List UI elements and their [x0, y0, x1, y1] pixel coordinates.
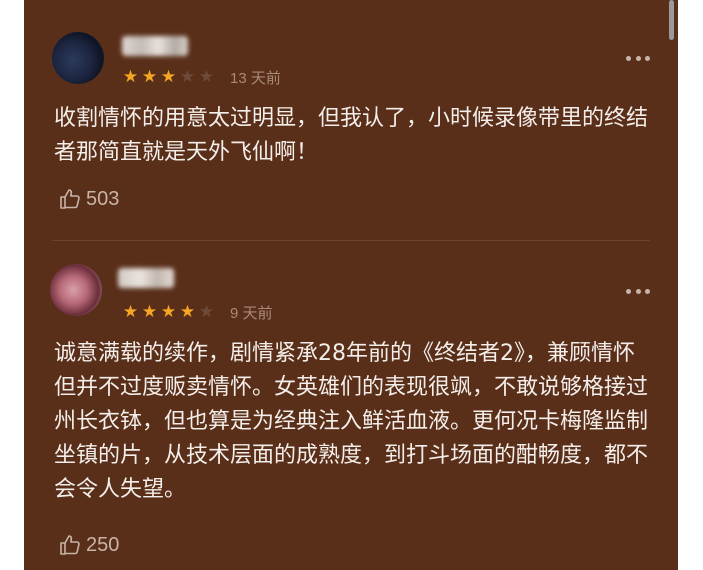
thumbs-up-icon [60, 189, 80, 209]
star-icon: ★ [122, 302, 139, 322]
star-icon: ★ [160, 302, 177, 322]
star-icon: ★ [179, 67, 196, 87]
like-count: 250 [86, 534, 120, 556]
like-button[interactable]: 503 [58, 187, 119, 211]
star-icon: ★ [160, 67, 177, 87]
star-icon: ★ [122, 67, 139, 87]
scrollbar[interactable] [669, 0, 674, 40]
review-text: 收割情怀的用意太过明显，但我认了，小时候录像带里的终结者那简直就是天外飞仙啊！ [54, 106, 649, 165]
star-icon: ★ [198, 302, 215, 322]
avatar[interactable] [50, 264, 102, 316]
review-time: 9 天前 [230, 305, 273, 322]
username-blurred[interactable] [122, 36, 188, 56]
review-time: 13 天前 [230, 70, 281, 87]
star-icon: ★ [198, 67, 215, 87]
more-icon[interactable] [626, 287, 650, 295]
review-text: 诚意满载的续作，剧情紧承28年前的《终结者2》，兼顾情怀但并不过度贩卖情怀。女英… [54, 341, 649, 502]
rating-stars: ★ ★ ★ ★ ★ [121, 68, 216, 86]
rating-stars: ★ ★ ★ ★ ★ [121, 303, 216, 321]
like-count: 503 [86, 188, 120, 210]
divider [52, 240, 650, 241]
star-icon: ★ [141, 67, 158, 87]
like-button[interactable]: 250 [58, 533, 119, 557]
username-blurred[interactable] [118, 268, 174, 288]
avatar[interactable] [52, 32, 104, 84]
review-list: ★ ★ ★ ★ ★ 13 天前 收割情怀的用意太过明显，但我认了，小时候录像带里… [24, 0, 678, 570]
star-icon: ★ [141, 302, 158, 322]
thumbs-up-icon [60, 535, 80, 555]
more-icon[interactable] [626, 54, 650, 62]
star-icon: ★ [179, 302, 196, 322]
